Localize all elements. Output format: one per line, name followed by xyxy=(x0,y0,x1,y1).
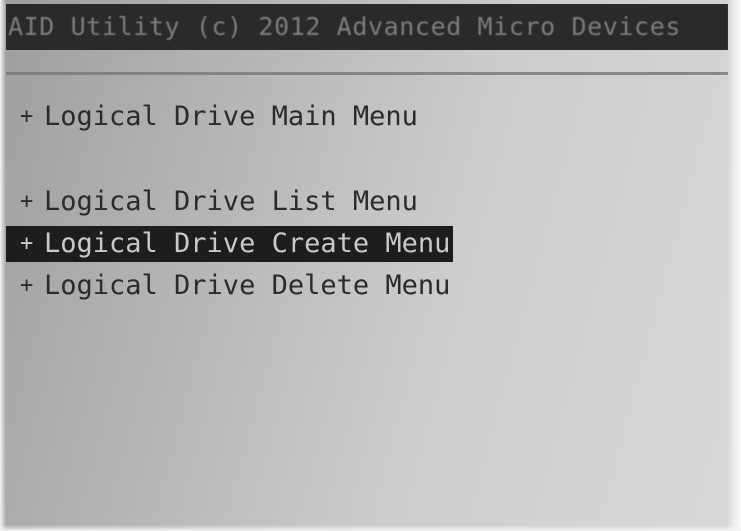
utility-title: AID Utility (c) 2012 Advanced Micro Devi… xyxy=(8,12,682,41)
bios-screen: AID Utility (c) 2012 Advanced Micro Devi… xyxy=(0,0,741,531)
menu-item-logical-drive-main[interactable]: + Logical Drive Main Menu xyxy=(6,99,422,135)
menu-item-label: Logical Drive List Menu xyxy=(44,186,418,217)
plus-icon: + xyxy=(20,104,34,129)
menu-item-logical-drive-delete[interactable]: + Logical Drive Delete Menu xyxy=(6,268,454,304)
title-bar: AID Utility (c) 2012 Advanced Micro Devi… xyxy=(6,4,728,50)
menu-item-label: Logical Drive Delete Menu xyxy=(44,270,451,301)
screen-edge-bottom xyxy=(0,525,741,531)
menu-item-label: Logical Drive Main Menu xyxy=(44,101,418,132)
menu-item-logical-drive-list[interactable]: + Logical Drive List Menu xyxy=(6,184,422,220)
menu-item-label: Logical Drive Create Menu xyxy=(44,228,451,259)
screen-edge-left xyxy=(0,0,6,531)
title-divider xyxy=(6,72,728,75)
menu-item-logical-drive-create[interactable]: + Logical Drive Create Menu xyxy=(6,226,454,262)
plus-icon: + xyxy=(20,273,34,298)
plus-icon: + xyxy=(20,189,34,214)
plus-icon: + xyxy=(20,231,34,256)
screen-edge-right xyxy=(727,0,741,531)
